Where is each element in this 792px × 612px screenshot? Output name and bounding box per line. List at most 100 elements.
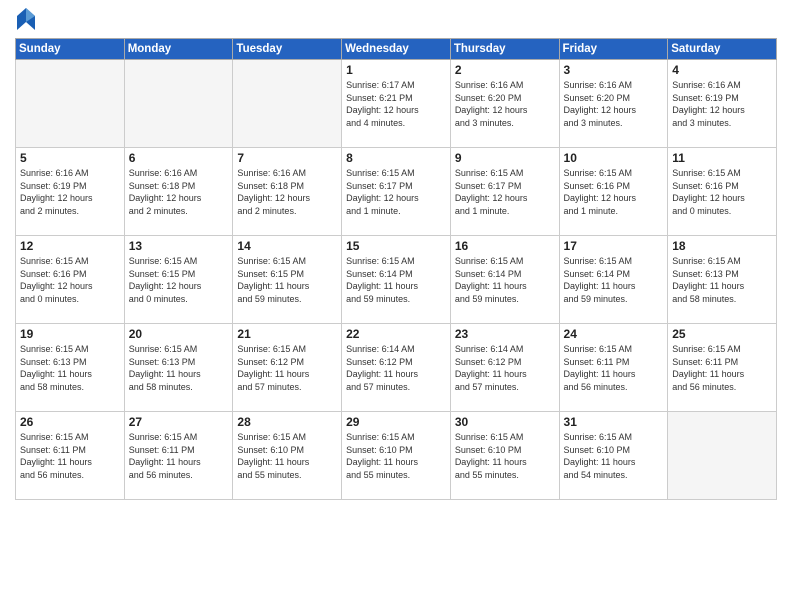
logo-icon	[17, 8, 35, 30]
day-number: 18	[672, 239, 772, 253]
day-info: Sunrise: 6:14 AM Sunset: 6:12 PM Dayligh…	[455, 343, 555, 393]
day-info: Sunrise: 6:15 AM Sunset: 6:11 PM Dayligh…	[129, 431, 229, 481]
day-info: Sunrise: 6:16 AM Sunset: 6:19 PM Dayligh…	[672, 79, 772, 129]
day-number: 2	[455, 63, 555, 77]
day-info: Sunrise: 6:15 AM Sunset: 6:15 PM Dayligh…	[129, 255, 229, 305]
day-info: Sunrise: 6:15 AM Sunset: 6:13 PM Dayligh…	[20, 343, 120, 393]
day-number: 14	[237, 239, 337, 253]
day-cell: 1Sunrise: 6:17 AM Sunset: 6:21 PM Daylig…	[342, 60, 451, 148]
day-info: Sunrise: 6:15 AM Sunset: 6:10 PM Dayligh…	[455, 431, 555, 481]
day-info: Sunrise: 6:15 AM Sunset: 6:11 PM Dayligh…	[20, 431, 120, 481]
day-number: 11	[672, 151, 772, 165]
weekday-header-monday: Monday	[124, 39, 233, 60]
day-cell: 23 Sunrise: 6:14 AM Sunset: 6:12 PM Dayli…	[450, 324, 559, 412]
day-number: 30	[455, 415, 555, 429]
day-number: 21	[237, 327, 337, 341]
day-cell: 24 Sunrise: 6:15 AM Sunset: 6:11 PM Dayli…	[559, 324, 668, 412]
day-cell	[16, 60, 125, 148]
day-info: Sunrise: 6:15 AM Sunset: 6:10 PM Dayligh…	[346, 431, 446, 481]
day-info: Sunrise: 6:15 AM Sunset: 6:10 PM Dayligh…	[564, 431, 664, 481]
week-row-2: 5 Sunrise: 6:16 AM Sunset: 6:19 PM Daylig…	[16, 148, 777, 236]
day-number: 20	[129, 327, 229, 341]
day-info: Sunrise: 6:16 AM Sunset: 6:20 PM Dayligh…	[455, 79, 555, 129]
day-cell: 11Sunrise: 6:15 AM Sunset: 6:16 PM Dayli…	[668, 148, 777, 236]
day-number: 8	[346, 151, 446, 165]
day-info: Sunrise: 6:15 AM Sunset: 6:13 PM Dayligh…	[129, 343, 229, 393]
day-info: Sunrise: 6:16 AM Sunset: 6:19 PM Dayligh…	[20, 167, 120, 217]
day-number: 19	[20, 327, 120, 341]
day-number: 31	[564, 415, 664, 429]
day-info: Sunrise: 6:15 AM Sunset: 6:11 PM Dayligh…	[672, 343, 772, 393]
day-cell: 4 Sunrise: 6:16 AM Sunset: 6:19 PM Daylig…	[668, 60, 777, 148]
day-number: 22	[346, 327, 446, 341]
day-cell	[668, 412, 777, 500]
day-info: Sunrise: 6:15 AM Sunset: 6:13 PM Dayligh…	[672, 255, 772, 305]
day-cell: 29 Sunrise: 6:15 AM Sunset: 6:10 PM Dayli…	[342, 412, 451, 500]
week-row-3: 12Sunrise: 6:15 AM Sunset: 6:16 PM Dayli…	[16, 236, 777, 324]
day-cell: 25 Sunrise: 6:15 AM Sunset: 6:11 PM Dayli…	[668, 324, 777, 412]
day-info: Sunrise: 6:15 AM Sunset: 6:15 PM Dayligh…	[237, 255, 337, 305]
logo	[15, 10, 35, 30]
weekday-header-friday: Friday	[559, 39, 668, 60]
day-cell: 6 Sunrise: 6:16 AM Sunset: 6:18 PM Daylig…	[124, 148, 233, 236]
day-info: Sunrise: 6:15 AM Sunset: 6:16 PM Dayligh…	[20, 255, 120, 305]
day-number: 17	[564, 239, 664, 253]
day-info: Sunrise: 6:15 AM Sunset: 6:16 PM Dayligh…	[564, 167, 664, 217]
day-cell: 2 Sunrise: 6:16 AM Sunset: 6:20 PM Daylig…	[450, 60, 559, 148]
day-info: Sunrise: 6:14 AM Sunset: 6:12 PM Dayligh…	[346, 343, 446, 393]
day-info: Sunrise: 6:15 AM Sunset: 6:10 PM Dayligh…	[237, 431, 337, 481]
day-cell: 18 Sunrise: 6:15 AM Sunset: 6:13 PM Dayli…	[668, 236, 777, 324]
day-info: Sunrise: 6:15 AM Sunset: 6:12 PM Dayligh…	[237, 343, 337, 393]
day-number: 27	[129, 415, 229, 429]
day-cell: 8 Sunrise: 6:15 AM Sunset: 6:17 PM Daylig…	[342, 148, 451, 236]
header	[15, 10, 777, 30]
day-number: 23	[455, 327, 555, 341]
weekday-header-wednesday: Wednesday	[342, 39, 451, 60]
day-cell	[124, 60, 233, 148]
day-cell: 13 Sunrise: 6:15 AM Sunset: 6:15 PM Dayli…	[124, 236, 233, 324]
day-number: 4	[672, 63, 772, 77]
day-info: Sunrise: 6:15 AM Sunset: 6:14 PM Dayligh…	[564, 255, 664, 305]
week-row-1: 1Sunrise: 6:17 AM Sunset: 6:21 PM Daylig…	[16, 60, 777, 148]
day-number: 24	[564, 327, 664, 341]
day-cell: 10 Sunrise: 6:15 AM Sunset: 6:16 PM Dayli…	[559, 148, 668, 236]
day-info: Sunrise: 6:15 AM Sunset: 6:17 PM Dayligh…	[346, 167, 446, 217]
day-cell: 26Sunrise: 6:15 AM Sunset: 6:11 PM Dayli…	[16, 412, 125, 500]
day-number: 5	[20, 151, 120, 165]
weekday-header-sunday: Sunday	[16, 39, 125, 60]
day-cell: 16 Sunrise: 6:15 AM Sunset: 6:14 PM Dayli…	[450, 236, 559, 324]
day-number: 15	[346, 239, 446, 253]
day-number: 25	[672, 327, 772, 341]
week-row-5: 26Sunrise: 6:15 AM Sunset: 6:11 PM Dayli…	[16, 412, 777, 500]
day-number: 13	[129, 239, 229, 253]
day-cell: 28 Sunrise: 6:15 AM Sunset: 6:10 PM Dayli…	[233, 412, 342, 500]
day-cell: 30 Sunrise: 6:15 AM Sunset: 6:10 PM Dayli…	[450, 412, 559, 500]
day-info: Sunrise: 6:16 AM Sunset: 6:18 PM Dayligh…	[129, 167, 229, 217]
day-number: 16	[455, 239, 555, 253]
day-info: Sunrise: 6:16 AM Sunset: 6:18 PM Dayligh…	[237, 167, 337, 217]
day-cell: 20 Sunrise: 6:15 AM Sunset: 6:13 PM Dayli…	[124, 324, 233, 412]
day-info: Sunrise: 6:15 AM Sunset: 6:14 PM Dayligh…	[455, 255, 555, 305]
day-cell	[233, 60, 342, 148]
day-cell: 19 Sunrise: 6:15 AM Sunset: 6:13 PM Dayli…	[16, 324, 125, 412]
day-info: Sunrise: 6:17 AM Sunset: 6:21 PM Dayligh…	[346, 79, 446, 129]
day-number: 9	[455, 151, 555, 165]
day-info: Sunrise: 6:15 AM Sunset: 6:11 PM Dayligh…	[564, 343, 664, 393]
day-cell: 3 Sunrise: 6:16 AM Sunset: 6:20 PM Daylig…	[559, 60, 668, 148]
day-info: Sunrise: 6:15 AM Sunset: 6:14 PM Dayligh…	[346, 255, 446, 305]
day-number: 10	[564, 151, 664, 165]
day-number: 6	[129, 151, 229, 165]
day-cell: 9 Sunrise: 6:15 AM Sunset: 6:17 PM Daylig…	[450, 148, 559, 236]
day-number: 29	[346, 415, 446, 429]
day-cell: 27 Sunrise: 6:15 AM Sunset: 6:11 PM Dayli…	[124, 412, 233, 500]
day-cell: 12Sunrise: 6:15 AM Sunset: 6:16 PM Dayli…	[16, 236, 125, 324]
day-cell: 31 Sunrise: 6:15 AM Sunset: 6:10 PM Dayli…	[559, 412, 668, 500]
weekday-header-tuesday: Tuesday	[233, 39, 342, 60]
week-row-4: 19 Sunrise: 6:15 AM Sunset: 6:13 PM Dayli…	[16, 324, 777, 412]
day-number: 3	[564, 63, 664, 77]
day-info: Sunrise: 6:15 AM Sunset: 6:17 PM Dayligh…	[455, 167, 555, 217]
page: SundayMondayTuesdayWednesdayThursdayFrid…	[0, 0, 792, 612]
day-number: 28	[237, 415, 337, 429]
day-info: Sunrise: 6:16 AM Sunset: 6:20 PM Dayligh…	[564, 79, 664, 129]
weekday-header-thursday: Thursday	[450, 39, 559, 60]
